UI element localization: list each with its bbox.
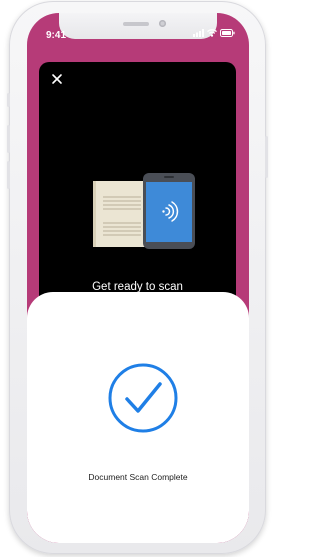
wifi-icon bbox=[207, 29, 217, 37]
battery-icon bbox=[220, 29, 235, 37]
signal-icon bbox=[193, 29, 204, 37]
close-icon[interactable] bbox=[51, 73, 63, 85]
volume-up-button bbox=[7, 125, 10, 153]
check-circle-icon bbox=[108, 363, 178, 433]
mute-switch bbox=[7, 93, 10, 107]
phone-screen: 9:41 Get ready to scan Document Scan Com… bbox=[27, 13, 249, 543]
speaker-grille bbox=[123, 22, 149, 26]
power-button bbox=[265, 136, 268, 178]
status-time: 9:41 bbox=[46, 30, 67, 41]
passport-document bbox=[93, 181, 151, 247]
scan-complete-message: Document Scan Complete bbox=[88, 472, 188, 482]
status-icons bbox=[193, 29, 235, 37]
front-camera bbox=[159, 20, 166, 27]
document-phone-nfc-illustration bbox=[93, 173, 195, 249]
result-sheet: Document Scan Complete bbox=[27, 292, 249, 543]
volume-down-button bbox=[7, 161, 10, 189]
